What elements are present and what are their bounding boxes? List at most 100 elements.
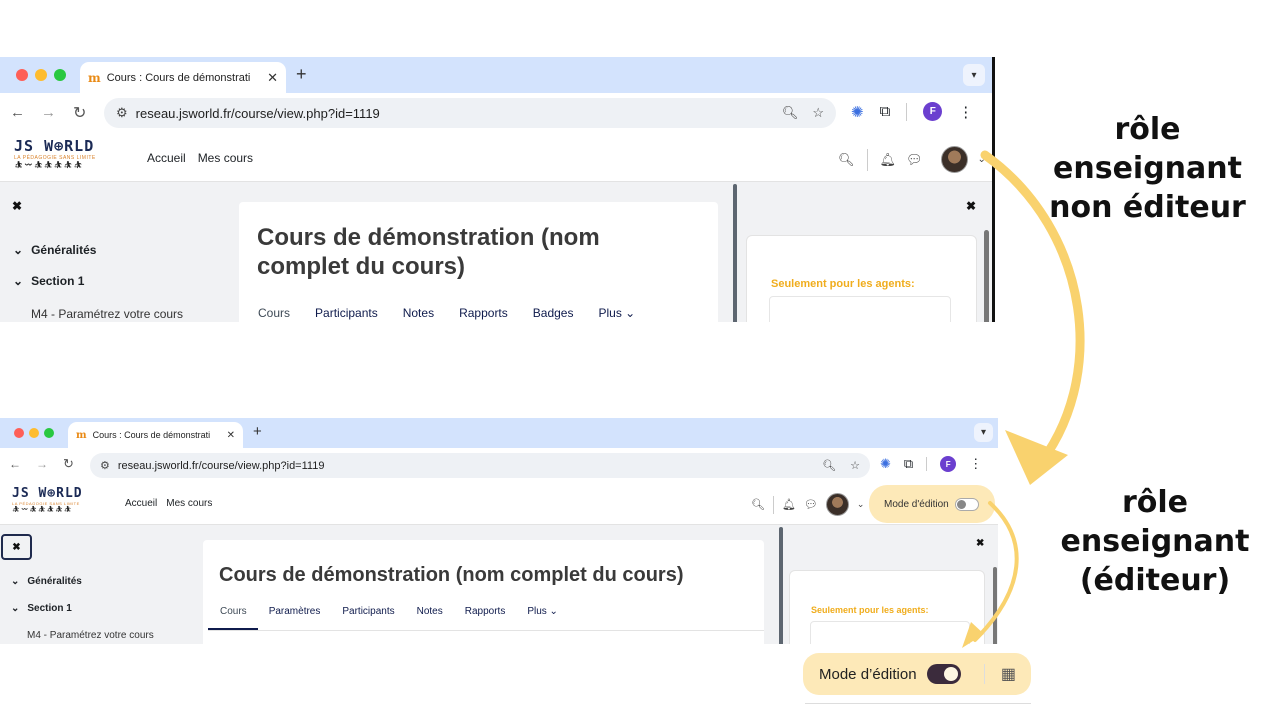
close-tab-icon[interactable]: ✕ xyxy=(227,430,235,441)
search-icon[interactable]: 🔍︎ xyxy=(838,152,855,168)
tab-plus[interactable]: Plus ⌄ xyxy=(598,306,635,320)
maximize-window-button[interactable] xyxy=(44,428,54,438)
moodle-navbar: JS W⊕RLD LA PÉDAGOGIE SANS LIMITE ⛹︎〰︎⛹︎… xyxy=(0,133,992,182)
app-grid-icon[interactable]: ▦ xyxy=(983,664,1016,684)
reload-icon[interactable]: ↻ xyxy=(73,103,86,123)
minimize-window-button[interactable] xyxy=(35,69,47,81)
nav-home-link[interactable]: Accueil xyxy=(147,151,186,165)
js-world-logo[interactable]: JS W⊕RLD LA PÉDAGOGIE SANS LIMITE ⛹︎〰︎⛹︎… xyxy=(12,486,83,513)
nav-my-courses-link[interactable]: Mes cours xyxy=(166,498,212,509)
page-title: Cours de démonstration (nom complet du c… xyxy=(257,224,600,280)
window-controls[interactable] xyxy=(14,428,54,438)
close-window-button[interactable] xyxy=(16,69,28,81)
tab-cours[interactable]: Cours xyxy=(258,306,290,320)
new-tab-button[interactable]: + xyxy=(296,64,307,85)
site-settings-icon[interactable]: ⚙ xyxy=(100,459,110,472)
chevron-down-icon[interactable]: ⌄ xyxy=(857,499,865,510)
extension-flower-icon[interactable]: ✺ xyxy=(880,456,891,472)
browser-tab[interactable]: m Cours : Cours de démonstrati ✕ xyxy=(68,422,243,448)
tab-title: Cours : Cours de démonstrati xyxy=(92,430,211,440)
tab-participants[interactable]: Participants xyxy=(315,306,378,320)
section-generalites[interactable]: ⌄ Généralités xyxy=(13,243,96,257)
search-icon[interactable]: 🔍︎ xyxy=(751,498,765,511)
user-menu-area: 🔍︎ 🔔︎ 💬︎ ⌄ xyxy=(838,146,986,173)
user-avatar[interactable] xyxy=(825,493,849,516)
maximize-window-button[interactable] xyxy=(54,69,66,81)
chevron-down-icon: ⌄ xyxy=(13,243,24,257)
minimize-window-button[interactable] xyxy=(29,428,39,438)
new-tab-button[interactable]: + xyxy=(253,423,262,440)
close-window-button[interactable] xyxy=(14,428,24,438)
course-main-card: Cours de démonstration (nom complet du c… xyxy=(203,540,764,644)
user-avatar[interactable] xyxy=(940,146,968,173)
zoom-icon[interactable]: 🔍︎ xyxy=(782,105,799,121)
url-text[interactable]: reseau.jsworld.fr/course/view.php?id=111… xyxy=(136,106,768,121)
tab-search-chevron-icon[interactable]: ▾ xyxy=(974,423,993,442)
tab-parametres[interactable]: Paramètres xyxy=(269,606,321,617)
tab-plus[interactable]: Plus ⌄ xyxy=(527,606,558,617)
toolbar-right: ✺ ⧉ F ⋮ xyxy=(880,456,982,472)
forward-arrow-icon[interactable]: → xyxy=(41,104,56,121)
zoom-icon[interactable]: 🔍︎ xyxy=(822,459,836,472)
activity-link[interactable]: M4 - Paramétrez votre cours xyxy=(27,630,154,641)
site-settings-icon[interactable]: ⚙ xyxy=(116,105,128,121)
tab-cours[interactable]: Cours xyxy=(220,606,247,617)
extensions-puzzle-icon[interactable]: ⧉ xyxy=(904,456,913,472)
tab-notes[interactable]: Notes xyxy=(417,606,443,617)
messages-bubble-icon[interactable]: 💬︎ xyxy=(804,498,818,511)
address-bar[interactable]: ⚙ reseau.jsworld.fr/course/view.php?id=1… xyxy=(104,98,836,128)
screenshot-editing-teacher: m Cours : Cours de démonstrati ✕ + ▾ ← →… xyxy=(0,418,998,644)
window-controls[interactable] xyxy=(16,69,66,81)
chevron-down-icon[interactable]: ⌄ xyxy=(978,154,986,165)
section-generalites[interactable]: ⌄ Généralités xyxy=(11,576,82,587)
main-scrollbar[interactable] xyxy=(779,527,783,644)
browser-menu-icon[interactable]: ⋮ xyxy=(958,103,973,121)
close-drawer-icon[interactable]: ✖ xyxy=(12,199,22,213)
extensions-puzzle-icon[interactable]: ⧉ xyxy=(880,103,891,120)
close-tab-icon[interactable]: ✕ xyxy=(267,70,278,86)
tab-search-chevron-icon[interactable]: ▾ xyxy=(963,64,985,86)
browser-menu-icon[interactable]: ⋮ xyxy=(969,456,982,472)
screenshot-non-editing-teacher: m Cours : Cours de démonstrati ✕ + ▾ ← →… xyxy=(0,57,995,322)
toolbar-right: ✺ ⧉ F ⋮ xyxy=(851,102,973,121)
activity-link[interactable]: M4 - Paramétrez votre cours xyxy=(31,307,183,321)
drawer-scrollbar[interactable] xyxy=(993,567,997,644)
bookmark-star-icon[interactable]: ☆ xyxy=(812,105,824,121)
browser-tab[interactable]: m Cours : Cours de démonstrati ✕ xyxy=(80,62,286,93)
nav-home-link[interactable]: Accueil xyxy=(125,498,157,509)
section-1[interactable]: ⌄ Section 1 xyxy=(13,274,84,288)
drawer-scrollbar[interactable] xyxy=(984,230,989,322)
navbar-divider xyxy=(772,495,774,514)
agents-block-content xyxy=(769,296,951,322)
section-1[interactable]: ⌄ Section 1 xyxy=(11,603,72,614)
agents-block: Seulement pour les agents: xyxy=(789,570,985,644)
edit-mode-toggle[interactable] xyxy=(954,497,979,511)
tab-badges[interactable]: Badges xyxy=(533,306,574,320)
profile-avatar[interactable]: F xyxy=(923,102,943,121)
messages-bubble-icon[interactable]: 💬︎ xyxy=(906,152,923,168)
url-text[interactable]: reseau.jsworld.fr/course/view.php?id=111… xyxy=(118,460,808,472)
close-block-drawer-icon[interactable]: ✖ xyxy=(966,199,976,213)
notifications-bell-icon[interactable]: 🔔︎ xyxy=(782,498,796,511)
tab-rapports[interactable]: Rapports xyxy=(459,306,508,320)
close-block-drawer-icon[interactable]: ✖ xyxy=(976,538,984,549)
tab-participants[interactable]: Participants xyxy=(342,606,394,617)
address-bar[interactable]: ⚙ reseau.jsworld.fr/course/view.php?id=1… xyxy=(90,453,870,478)
browser-tab-strip: m Cours : Cours de démonstrati ✕ + ▾ xyxy=(0,418,998,448)
bookmark-star-icon[interactable]: ☆ xyxy=(850,459,860,472)
tab-notes[interactable]: Notes xyxy=(403,306,434,320)
extension-flower-icon[interactable]: ✺ xyxy=(851,103,864,121)
back-arrow-icon[interactable]: ← xyxy=(9,457,21,471)
tab-rapports[interactable]: Rapports xyxy=(465,606,506,617)
js-world-logo[interactable]: JS W⊕RLD LA PÉDAGOGIE SANS LIMITE ⛹︎〰︎⛹︎… xyxy=(14,137,96,169)
forward-arrow-icon[interactable]: → xyxy=(36,457,48,471)
profile-avatar[interactable]: F xyxy=(940,456,957,472)
notifications-bell-icon[interactable]: 🔔︎ xyxy=(880,152,897,168)
edit-mode-toggle-on[interactable] xyxy=(926,664,961,684)
main-scrollbar[interactable] xyxy=(733,184,737,322)
nav-my-courses-link[interactable]: Mes cours xyxy=(198,151,253,165)
back-arrow-icon[interactable]: ← xyxy=(10,104,25,121)
reload-icon[interactable]: ↻ xyxy=(63,456,74,472)
edit-mode-control[interactable]: Mode d'édition xyxy=(869,485,995,523)
close-drawer-icon[interactable]: ✖ xyxy=(1,534,32,560)
